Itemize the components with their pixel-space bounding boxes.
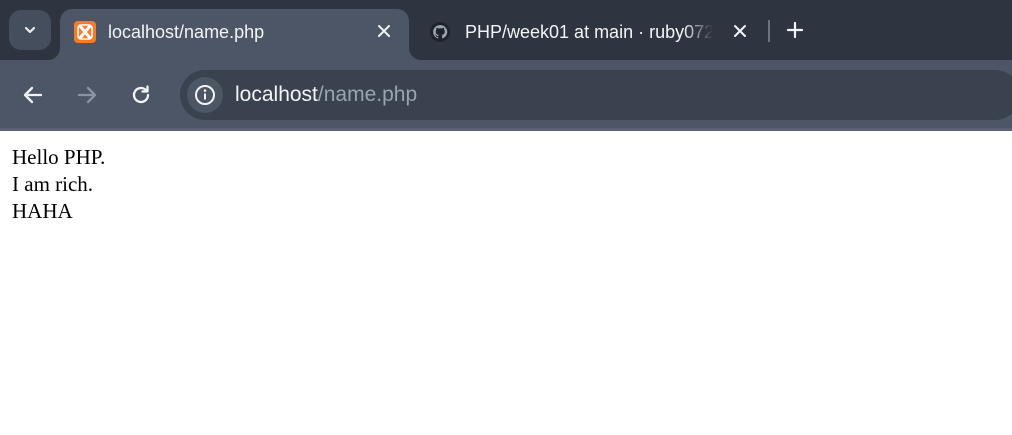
- page-text: Hello PHP. I am rich. HAHA: [12, 144, 105, 225]
- info-icon: [194, 84, 216, 106]
- page-line: Hello PHP.: [12, 145, 106, 169]
- tab-localhost-name-php[interactable]: localhost/name.php: [60, 9, 409, 60]
- tab-search-button[interactable]: [9, 10, 51, 50]
- close-icon[interactable]: [373, 20, 395, 42]
- reload-icon: [130, 84, 152, 106]
- url-text[interactable]: localhost/name.php: [235, 82, 417, 108]
- chevron-down-icon: [22, 22, 38, 38]
- site-info-button[interactable]: [187, 77, 223, 113]
- back-button[interactable]: [20, 82, 46, 108]
- page-content: Hello PHP. I am rich. HAHA: [0, 131, 1012, 435]
- address-bar[interactable]: localhost/name.php: [180, 70, 1012, 120]
- tab-strip: localhost/name.php PHP/week01 at main · …: [0, 0, 1012, 60]
- forward-button[interactable]: [74, 82, 100, 108]
- xampp-icon: [74, 21, 96, 43]
- page-line: I am rich.: [12, 172, 94, 196]
- url-host: localhost: [235, 83, 318, 106]
- close-icon[interactable]: [729, 20, 751, 42]
- toolbar: localhost/name.php: [0, 60, 1012, 130]
- arrow-right-icon: [76, 84, 98, 106]
- tab-divider: [768, 20, 770, 42]
- github-icon: [429, 21, 451, 43]
- arrow-left-icon: [22, 84, 44, 106]
- tab-title: PHP/week01 at main · ruby0722: [465, 22, 713, 42]
- page-line: HAHA: [12, 199, 73, 223]
- new-tab-button[interactable]: [782, 17, 808, 43]
- tab-title: localhost/name.php: [108, 22, 265, 42]
- plus-icon: [786, 21, 804, 39]
- browser-window: localhost/name.php PHP/week01 at main · …: [0, 0, 1012, 435]
- url-path: /name.php: [317, 83, 418, 106]
- reload-button[interactable]: [128, 82, 154, 108]
- tab-github-week01[interactable]: PHP/week01 at main · ruby0722: [418, 9, 763, 60]
